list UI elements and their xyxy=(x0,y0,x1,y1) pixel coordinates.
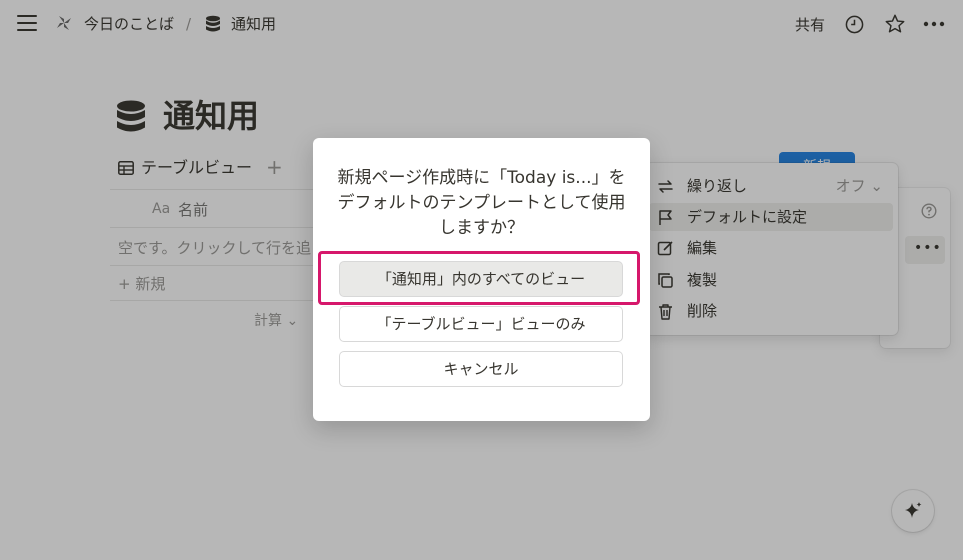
highlight-annotation xyxy=(318,251,640,305)
cancel-button[interactable]: キャンセル xyxy=(340,352,622,386)
dialog-message: 新規ページ作成時に「Today is...」をデフォルトのテンプレートとして使用… xyxy=(337,168,626,238)
this-view-only-button[interactable]: 「テーブルビュー」ビューのみ xyxy=(340,307,622,341)
